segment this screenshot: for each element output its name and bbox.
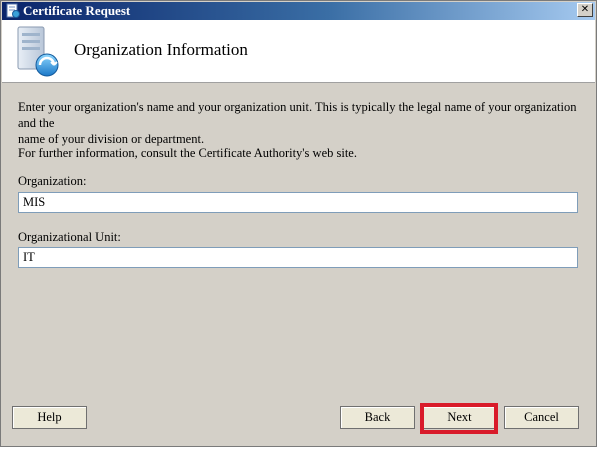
certificate-request-dialog: Certificate Request ✕ Organization Infor…	[0, 0, 597, 447]
certificate-server-icon	[17, 26, 59, 77]
close-button[interactable]: ✕	[577, 3, 593, 17]
intro-text: Enter your organization's name and your …	[18, 99, 596, 147]
organizational-unit-input[interactable]	[18, 247, 578, 268]
title-bar: Certificate Request ✕	[2, 2, 595, 20]
help-button[interactable]: Help	[12, 406, 87, 429]
next-button-highlight	[420, 403, 498, 434]
wizard-header: Organization Information	[2, 20, 595, 83]
page-title: Organization Information	[74, 40, 248, 59]
certificate-icon	[6, 3, 20, 18]
close-icon: ✕	[580, 4, 590, 15]
intro-line-1: Enter your organization's name and your …	[18, 100, 577, 130]
further-info-text: For further information, consult the Cer…	[18, 146, 357, 160]
window-title: Certificate Request	[23, 3, 131, 18]
organization-label: Organization:	[18, 174, 87, 188]
organization-input[interactable]	[18, 192, 578, 213]
cancel-button[interactable]: Cancel	[504, 406, 579, 429]
organizational-unit-label: Organizational Unit:	[18, 230, 121, 244]
back-button[interactable]: Back	[340, 406, 415, 429]
